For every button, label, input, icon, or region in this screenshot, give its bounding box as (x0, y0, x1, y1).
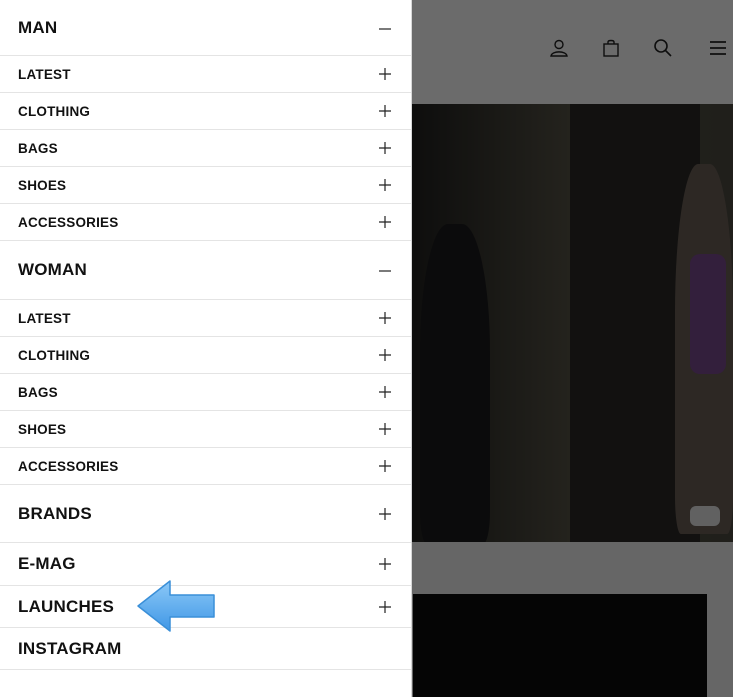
nav-item-woman-shoes[interactable]: SHOES (0, 411, 411, 448)
nav-item-label: BAGS (18, 384, 58, 400)
plus-icon[interactable] (377, 506, 393, 522)
nav-item-label: BAGS (18, 140, 58, 156)
nav-section-brands[interactable]: BRANDS (0, 485, 411, 543)
nav-item-woman-bags[interactable]: BAGS (0, 374, 411, 411)
nav-item-label: LATEST (18, 310, 71, 326)
plus-icon[interactable] (377, 103, 393, 119)
plus-icon[interactable] (377, 556, 393, 572)
annotation-arrow-icon (137, 580, 215, 632)
nav-item-label: ACCESSORIES (18, 458, 119, 474)
plus-icon[interactable] (377, 347, 393, 363)
plus-icon[interactable] (377, 599, 393, 615)
nav-section-label: MAN (18, 17, 58, 37)
nav-section-woman[interactable]: WOMAN (0, 241, 411, 300)
nav-item-woman-accessories[interactable]: ACCESSORIES (0, 448, 411, 485)
minus-icon[interactable] (377, 262, 393, 278)
plus-icon[interactable] (377, 310, 393, 326)
plus-icon[interactable] (377, 458, 393, 474)
nav-item-label: ACCESSORIES (18, 214, 119, 230)
minus-icon[interactable] (377, 20, 393, 36)
nav-item-man-bags[interactable]: BAGS (0, 130, 411, 167)
nav-item-man-latest[interactable]: LATEST (0, 56, 411, 93)
nav-item-label: LATEST (18, 66, 71, 82)
nav-item-woman-clothing[interactable]: CLOTHING (0, 337, 411, 374)
plus-icon[interactable] (377, 214, 393, 230)
plus-icon[interactable] (377, 140, 393, 156)
nav-item-label: CLOTHING (18, 347, 91, 363)
nav-section-label: E-MAG (18, 554, 76, 573)
screen: MAN LATEST CLOTHING BAGS SHOES ACCESSORI… (0, 0, 733, 697)
nav-section-label: INSTAGRAM (18, 638, 122, 658)
plus-icon[interactable] (377, 384, 393, 400)
nav-section-instagram[interactable]: INSTAGRAM (0, 628, 411, 670)
nav-item-woman-latest[interactable]: LATEST (0, 300, 411, 337)
nav-section-label: WOMAN (18, 260, 87, 279)
nav-item-label: SHOES (18, 177, 67, 193)
plus-icon[interactable] (377, 66, 393, 82)
nav-item-label: SHOES (18, 421, 67, 437)
nav-section-label: BRANDS (18, 503, 92, 523)
plus-icon[interactable] (377, 177, 393, 193)
nav-section-man[interactable]: MAN (0, 0, 411, 56)
nav-item-man-accessories[interactable]: ACCESSORIES (0, 204, 411, 241)
nav-section-label: LAUNCHES (18, 596, 115, 616)
nav-item-man-shoes[interactable]: SHOES (0, 167, 411, 204)
nav-item-man-clothing[interactable]: CLOTHING (0, 93, 411, 130)
plus-icon[interactable] (377, 421, 393, 437)
nav-item-label: CLOTHING (18, 103, 91, 119)
